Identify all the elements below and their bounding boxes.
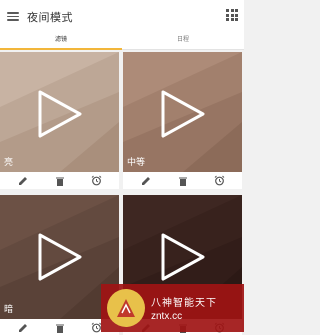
card-label: 中等 [127, 158, 146, 168]
card-label: 亮 [4, 158, 14, 168]
tab-schedule[interactable]: 日程 [122, 33, 244, 49]
watermark-url: zntx.cc [151, 311, 183, 322]
play-icon[interactable] [160, 89, 206, 139]
filter-thumbnail[interactable]: 中等 [123, 52, 242, 172]
tab-bar: 滤镜 日程 [0, 33, 244, 50]
page-title: 夜间模式 [27, 10, 73, 24]
watermark-logo-icon [107, 289, 145, 327]
card-label: 暗 [4, 305, 14, 315]
play-icon[interactable] [37, 232, 83, 282]
edit-icon[interactable] [17, 175, 29, 187]
watermark: 八神智能天下 zntx.cc [101, 284, 244, 332]
card-actions [123, 172, 242, 189]
alarm-icon[interactable] [91, 175, 103, 187]
menu-icon[interactable] [4, 8, 22, 26]
app-bar: 夜间模式 [0, 0, 244, 33]
filter-card-bright[interactable]: 亮 [0, 52, 119, 189]
watermark-title: 八神智能天下 [151, 298, 217, 309]
filter-thumbnail[interactable]: 亮 [0, 52, 119, 172]
card-actions [0, 172, 119, 189]
play-icon[interactable] [37, 89, 83, 139]
filter-card-medium[interactable]: 中等 [123, 52, 242, 189]
play-icon[interactable] [160, 232, 206, 282]
tab-filter[interactable]: 滤镜 [0, 33, 122, 50]
grid-icon[interactable] [226, 9, 238, 21]
delete-icon[interactable] [54, 175, 66, 187]
alarm-icon[interactable] [214, 175, 226, 187]
edit-icon[interactable] [140, 175, 152, 187]
delete-icon[interactable] [54, 322, 66, 334]
delete-icon[interactable] [177, 175, 189, 187]
edit-icon[interactable] [17, 322, 29, 334]
